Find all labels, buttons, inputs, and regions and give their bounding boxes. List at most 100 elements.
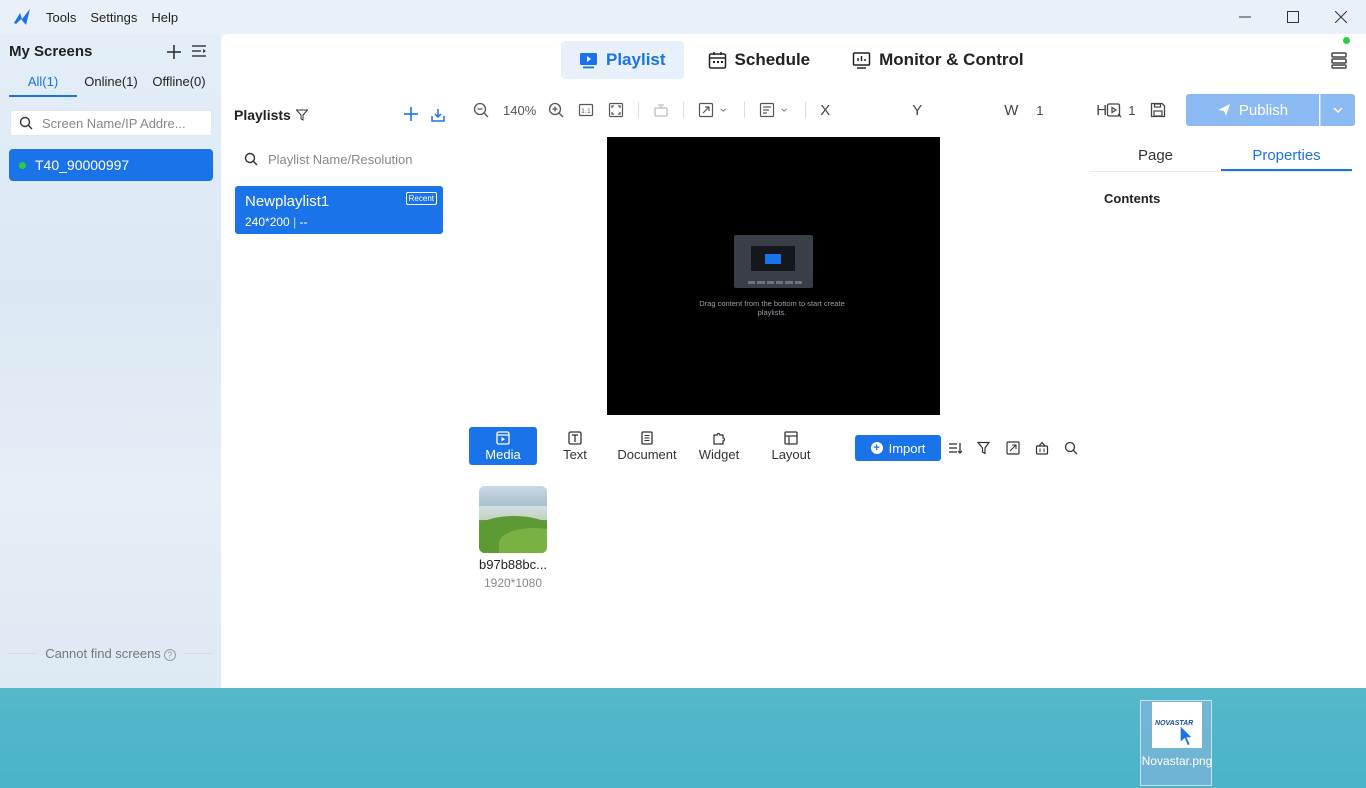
- tab-properties[interactable]: Properties: [1221, 140, 1352, 171]
- tab-offline[interactable]: Offline(0): [145, 74, 213, 97]
- screen-name: T40_90000997: [35, 157, 130, 173]
- search-icon: [244, 152, 258, 166]
- close-button[interactable]: [1316, 0, 1366, 34]
- cannot-find-screens-text: Cannot find screens: [45, 646, 161, 661]
- x-label: X: [820, 101, 831, 119]
- main-area: Playlist Schedule Monitor & Control Play…: [221, 34, 1366, 688]
- tab-schedule[interactable]: Schedule: [690, 41, 829, 79]
- media-item[interactable]: b97b88bc... 1920*1080: [479, 486, 547, 590]
- publish-dropdown-button[interactable]: [1320, 94, 1355, 126]
- fit-screen-icon[interactable]: [608, 102, 624, 118]
- server-status-icon[interactable]: [1329, 50, 1349, 70]
- expand-icon[interactable]: [1006, 441, 1020, 455]
- tab-text[interactable]: Text: [541, 427, 609, 465]
- zoom-in-icon[interactable]: [548, 102, 564, 118]
- placeholder-illustration: [734, 235, 813, 288]
- search-icon: [19, 116, 33, 130]
- mouse-cursor-icon: [1179, 724, 1195, 747]
- tab-page[interactable]: Page: [1090, 140, 1221, 171]
- plus-icon: [167, 45, 181, 59]
- placeholder-thumbnails: [748, 281, 802, 284]
- media-icon: [496, 430, 510, 445]
- toolbar-divider: [683, 102, 685, 118]
- editor-canvas[interactable]: Drag content from the bottom to start cr…: [607, 137, 940, 415]
- menu-settings[interactable]: Settings: [90, 10, 137, 25]
- chevron-down-icon[interactable]: [781, 102, 791, 118]
- tab-playlist-label: Playlist: [606, 50, 666, 69]
- title-bar: Tools Settings Help: [0, 0, 1366, 34]
- list-menu-icon[interactable]: [191, 43, 207, 59]
- w-label: W: [1004, 101, 1019, 119]
- tab-text-label: Text: [563, 446, 587, 462]
- zoom-out-icon[interactable]: [473, 102, 489, 118]
- screens-sidebar: My Screens All(1) Online(1) Offline(0) S…: [0, 34, 221, 688]
- tab-layout-label: Layout: [771, 446, 811, 462]
- add-playlist-button[interactable]: [404, 103, 418, 127]
- resize-icon[interactable]: [698, 102, 714, 118]
- import-button[interactable]: + Import: [855, 435, 941, 461]
- properties-tabs: Page Properties: [1090, 140, 1352, 172]
- minimize-button[interactable]: [1220, 0, 1270, 34]
- plus-circle-icon: +: [870, 442, 883, 454]
- sort-icon[interactable]: [948, 441, 962, 455]
- media-resolution: 1920*1080: [483, 576, 543, 590]
- playlist-resolution-value: 240*200: [245, 215, 290, 229]
- tab-media[interactable]: Media: [469, 427, 537, 465]
- tab-online[interactable]: Online(1): [77, 74, 145, 97]
- filter-icon[interactable]: [977, 441, 991, 455]
- tab-playlist[interactable]: Playlist: [561, 41, 684, 79]
- menu-tools[interactable]: Tools: [46, 10, 76, 25]
- tab-widget-label: Widget: [698, 446, 740, 462]
- toolbar-divider: [805, 102, 807, 118]
- menu-bar: Tools Settings Help: [46, 10, 178, 25]
- maximize-button[interactable]: [1268, 0, 1318, 34]
- calendar-icon: [708, 51, 726, 69]
- playlists-title: Playlists: [234, 107, 291, 123]
- add-screen-button[interactable]: [166, 40, 182, 66]
- svg-text:1:1: 1:1: [581, 108, 591, 115]
- publish-button[interactable]: Publish: [1186, 94, 1319, 126]
- send-icon: [1217, 104, 1230, 116]
- tab-document[interactable]: Document: [613, 427, 681, 465]
- playlist-search-input[interactable]: Playlist Name/Resolution: [234, 146, 444, 172]
- layout-icon: [784, 430, 798, 445]
- search-icon[interactable]: [1064, 441, 1078, 455]
- tab-monitor-label: Monitor & Control: [879, 50, 1024, 69]
- media-tools: [948, 441, 1078, 455]
- save-icon[interactable]: [1150, 102, 1166, 118]
- playlist-icon: [580, 52, 597, 68]
- actual-size-icon[interactable]: 1:1: [578, 102, 594, 118]
- zoom-level[interactable]: 140%: [503, 103, 536, 118]
- w-field[interactable]: 1: [1036, 103, 1082, 118]
- align-icon[interactable]: [759, 102, 775, 118]
- menu-help[interactable]: Help: [151, 10, 178, 25]
- chevron-down-icon[interactable]: [720, 102, 730, 118]
- desktop-file-label: Novastar.png: [1141, 754, 1213, 768]
- tab-all[interactable]: All(1): [9, 74, 77, 97]
- screen-item[interactable]: T40_90000997: [9, 149, 213, 181]
- screen-search-input[interactable]: Screen Name/IP Addre...: [10, 110, 212, 136]
- monitor-icon: [852, 51, 871, 69]
- plus-icon: [404, 107, 418, 121]
- online-status-dot: [19, 161, 26, 169]
- import-playlist-icon[interactable]: [431, 108, 445, 122]
- playlist-item[interactable]: Newplaylist1 Recent 240*200 | --: [235, 186, 443, 234]
- toolbar-divider: [744, 102, 746, 118]
- media-name: b97b88bc...: [479, 557, 547, 572]
- desktop-file-icon[interactable]: NOVASTAR Novastar.png: [1140, 700, 1212, 786]
- basket-icon[interactable]: [1035, 441, 1049, 455]
- tab-monitor-control[interactable]: Monitor & Control: [834, 41, 1041, 79]
- clear-icon[interactable]: [653, 102, 669, 118]
- preview-icon[interactable]: [1106, 102, 1122, 118]
- sidebar-footer: Cannot find screens?: [8, 646, 213, 661]
- cannot-find-screens-link[interactable]: Cannot find screens?: [45, 646, 176, 661]
- main-nav: Playlist Schedule Monitor & Control: [561, 41, 1042, 79]
- close-icon: [1335, 11, 1347, 23]
- filter-icon[interactable]: [296, 109, 308, 121]
- screen-search-placeholder: Screen Name/IP Addre...: [42, 115, 186, 131]
- tab-layout[interactable]: Layout: [757, 427, 825, 465]
- document-icon: [641, 430, 653, 445]
- app-logo-icon: [14, 9, 30, 25]
- tab-widget[interactable]: Widget: [685, 427, 753, 465]
- media-thumbnail: [479, 486, 547, 553]
